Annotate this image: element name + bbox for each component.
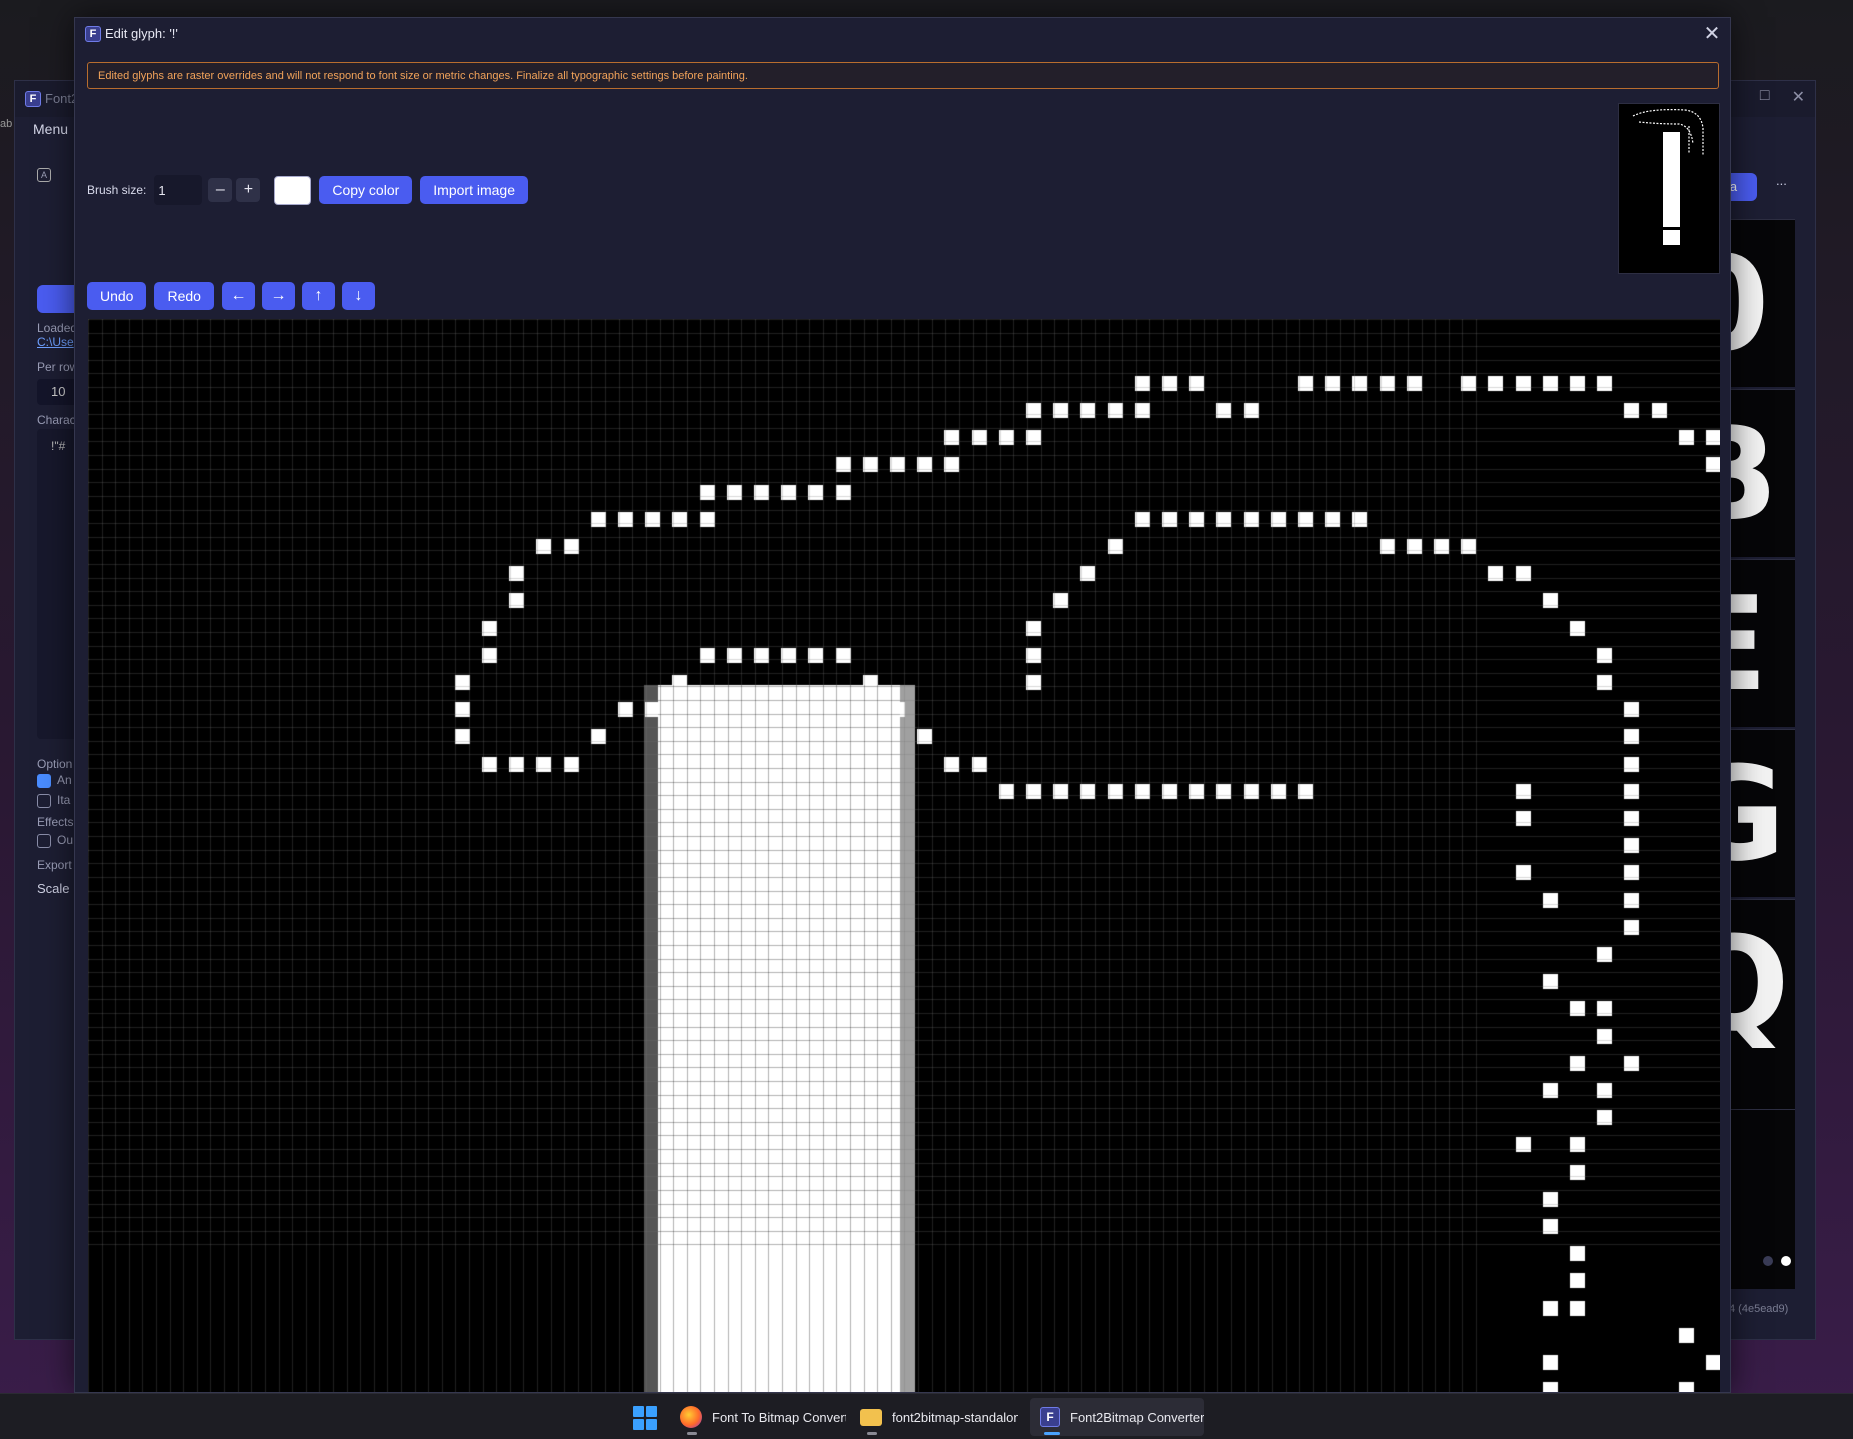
pixel-grid[interactable]	[88, 319, 1720, 1392]
app-logo-icon: F	[25, 91, 41, 107]
loaded-label: Loaded	[37, 321, 78, 335]
shift-left-button[interactable]: ←	[221, 282, 255, 310]
font-preview-strip: 0 B E G Q	[1725, 219, 1797, 1319]
glyph-preview-image	[1632, 109, 1704, 245]
brush-size-label: Brush size:	[87, 183, 147, 197]
effects-label: Effects	[37, 815, 74, 829]
page-dot[interactable]	[1763, 1256, 1773, 1266]
italic-label: Ita	[57, 793, 71, 807]
undo-button[interactable]: Undo	[87, 282, 147, 310]
export-label: Export	[37, 858, 72, 872]
dialog-title: Edit glyph: '!'	[105, 26, 178, 41]
loaded-path-link[interactable]: C:\Use	[37, 335, 74, 349]
taskbar: Font To Bitmap Convert font2bitmap-stand…	[0, 1393, 1853, 1439]
close-icon[interactable]: ✕	[1792, 87, 1805, 107]
taskbar-font2bitmap[interactable]: F Font2Bitmap Converter	[1030, 1398, 1204, 1436]
preview-bar	[1663, 132, 1680, 227]
antialias-label: An	[57, 773, 72, 787]
app-logo-icon: F	[1040, 1407, 1060, 1427]
folder-icon	[860, 1408, 882, 1426]
close-icon[interactable]: ✕	[1700, 22, 1724, 46]
preview-glyph: B	[1725, 389, 1795, 557]
copy-color-button[interactable]: Copy color	[319, 176, 413, 204]
outline-label: Ou	[57, 833, 74, 847]
brush-size-decrease-button[interactable]: –	[208, 178, 233, 202]
antialias-checkbox[interactable]	[37, 773, 51, 788]
characters-label: Charac	[37, 413, 76, 427]
preview-glyph: G	[1725, 729, 1795, 897]
more-options-button[interactable]: ...	[1776, 173, 1787, 188]
start-icon[interactable]	[633, 1406, 657, 1430]
dialog-titlebar: F Edit glyph: '!' ✕	[75, 18, 1730, 50]
font-icon: A	[37, 167, 51, 182]
scale-label: Scale	[37, 881, 70, 896]
taskbar-firefox[interactable]: Font To Bitmap Convert	[678, 1398, 846, 1436]
taskbar-item-label: Font2Bitmap Converter	[1070, 1409, 1204, 1425]
shift-right-button[interactable]: →	[261, 282, 295, 310]
app-logo-icon: F	[85, 26, 101, 42]
taskbar-item-label: Font To Bitmap Convert	[712, 1409, 846, 1425]
maximize-icon[interactable]: □	[1760, 87, 1770, 107]
glyph-preview-thumbnail	[1618, 103, 1720, 274]
glyph-pixel-canvas[interactable]	[88, 319, 1720, 1392]
menu-button[interactable]: Menu	[33, 121, 68, 137]
brush-size-increase-button[interactable]: +	[236, 178, 261, 202]
running-indicator	[1044, 1432, 1060, 1435]
page-dot-active[interactable]	[1781, 1256, 1791, 1266]
shift-down-button[interactable]: ↓	[341, 282, 375, 310]
window-controls: □ ✕	[1760, 87, 1805, 107]
taskbar-file-explorer[interactable]: font2bitmap-standalone	[858, 1398, 1018, 1436]
redo-button[interactable]: Redo	[154, 282, 214, 310]
preview-glyph: E	[1725, 559, 1795, 727]
options-label: Option	[37, 757, 73, 771]
taskbar-item-label: font2bitmap-standalone	[892, 1409, 1018, 1425]
warning-banner: Edited glyphs are raster overrides and w…	[87, 62, 1719, 89]
running-indicator	[867, 1432, 877, 1435]
italic-checkbox[interactable]	[37, 793, 51, 808]
preview-dot	[1663, 230, 1680, 245]
page-dots	[1763, 1256, 1791, 1266]
shift-up-button[interactable]: ↑	[301, 282, 335, 310]
firefox-icon	[680, 1406, 702, 1428]
outline-checkbox[interactable]	[37, 833, 51, 848]
running-indicator	[687, 1432, 697, 1435]
per-row-label: Per row	[37, 360, 79, 374]
brush-toolbar: Brush size: – + Copy color Import image	[87, 175, 536, 205]
desktop-screen: F Font2 □ ✕ Menu A Loaded C:\Use Per row…	[0, 0, 1853, 1439]
version-text: 4 (4e5ead9)	[1729, 1303, 1789, 1315]
import-image-button[interactable]: Import image	[420, 176, 528, 204]
edit-glyph-dialog: F Edit glyph: '!' ✕ Edited glyphs are ra…	[74, 17, 1731, 1393]
brush-size-input[interactable]	[154, 175, 203, 205]
preview-glyph: Q	[1725, 899, 1795, 1109]
edge-text: ab	[0, 118, 13, 130]
brush-color-swatch[interactable]	[274, 175, 312, 205]
edit-toolbar: Undo Redo ← → ↑ ↓	[87, 282, 382, 310]
preview-glyph: 0	[1725, 219, 1795, 387]
